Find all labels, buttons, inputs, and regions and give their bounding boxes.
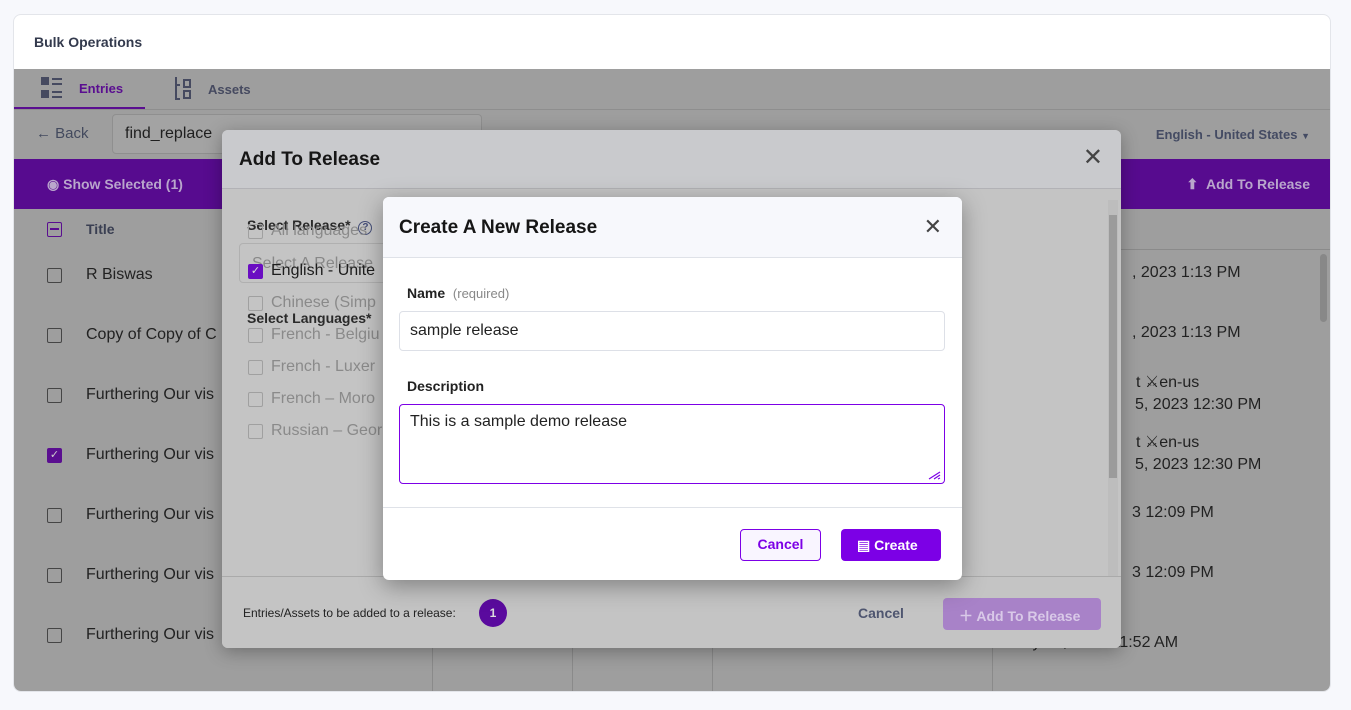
row-title: R Biswas xyxy=(86,266,153,283)
assets-icon xyxy=(175,77,191,100)
language-checkbox[interactable] xyxy=(248,423,263,439)
description-textarea[interactable]: This is a sample demo release xyxy=(399,404,945,484)
name-label-text: Name xyxy=(407,285,446,301)
row-checkbox[interactable] xyxy=(47,628,62,643)
modal-scrollbar[interactable] xyxy=(1108,200,1118,576)
language-label: All languages xyxy=(271,222,368,239)
caret-down-icon: ▼ xyxy=(1301,131,1310,141)
row-checkbox[interactable] xyxy=(47,568,62,583)
description-label: Description xyxy=(407,378,485,394)
language-option[interactable]: All languages xyxy=(248,222,367,240)
language-checkbox[interactable] xyxy=(248,327,263,343)
row-checkbox[interactable] xyxy=(47,328,62,343)
row-date: 3 12:09 PM xyxy=(1132,564,1214,581)
page-title: Bulk Operations xyxy=(34,34,143,50)
locale-label: English - United States xyxy=(1155,127,1298,142)
language-option[interactable]: Chinese (Simp xyxy=(248,294,376,312)
name-input[interactable] xyxy=(399,311,945,351)
description-value: This is a sample demo release xyxy=(410,413,627,430)
cancel-button[interactable]: Cancel xyxy=(858,605,904,621)
column-header-title: Title xyxy=(86,221,115,237)
create-button-label: Create xyxy=(874,537,918,553)
close-icon[interactable]: ✕ xyxy=(924,216,942,238)
create-button[interactable]: ▤ Create xyxy=(841,529,941,561)
upload-icon: ⬆ xyxy=(1186,176,1203,192)
row-checkbox[interactable] xyxy=(47,388,62,403)
row-date: 3 12:09 PM xyxy=(1132,504,1214,521)
row-title: Furthering Our vis xyxy=(86,626,215,643)
add-to-release-bar-button[interactable]: ⬆ Add To Release xyxy=(1186,176,1310,193)
row-title: Furthering Our vis xyxy=(86,566,215,583)
cancel-button[interactable]: Cancel xyxy=(740,529,821,561)
row-date: , 2023 1:13 PM xyxy=(1132,264,1241,281)
name-label: Name (required) xyxy=(407,285,509,301)
tab-assets-label: Assets xyxy=(208,81,251,97)
entries-list-icon xyxy=(41,77,62,98)
resize-handle-icon[interactable] xyxy=(927,470,941,480)
show-selected-label: Show Selected (1) xyxy=(63,176,183,192)
divider xyxy=(383,507,962,508)
language-label: French – Moro xyxy=(271,390,376,407)
row-checkbox[interactable] xyxy=(47,508,62,523)
row-date: 5, 2023 12:30 PM xyxy=(1135,456,1262,473)
language-option[interactable]: Russian – Geor xyxy=(248,422,382,440)
language-checkbox[interactable] xyxy=(248,359,263,375)
row-locale: t ⚔en-us xyxy=(1136,434,1200,451)
language-checkbox[interactable] xyxy=(248,223,263,239)
footer-text: Entries/Assets to be added to a release: xyxy=(243,606,456,620)
tab-assets[interactable]: Assets xyxy=(174,77,251,101)
modal-header: Add To Release ✕ xyxy=(222,130,1121,189)
language-label: Chinese (Simp xyxy=(271,294,376,311)
modal-footer: Entries/Assets to be added to a release:… xyxy=(222,576,1121,648)
save-icon: ▤ xyxy=(857,537,875,553)
language-checkbox[interactable] xyxy=(248,295,263,311)
create-release-modal: Create A New Release ✕ Name (required) D… xyxy=(383,197,962,580)
select-all-checkbox[interactable] xyxy=(47,222,62,237)
language-label: French - Belgiu xyxy=(271,326,380,343)
language-option[interactable]: French - Belgiu xyxy=(248,326,380,344)
back-label: Back xyxy=(55,125,89,142)
plus-icon: ＋ xyxy=(959,608,977,624)
row-date: 5, 2023 12:30 PM xyxy=(1135,396,1262,413)
row-title: Furthering Our vis xyxy=(86,386,215,403)
modal-title: Add To Release xyxy=(239,149,381,170)
language-checkbox[interactable] xyxy=(248,391,263,407)
row-checkbox[interactable] xyxy=(47,268,62,283)
language-option[interactable]: ✓ English - Unite xyxy=(248,262,375,280)
show-selected-button[interactable]: ◉ Show Selected (1) xyxy=(47,176,183,193)
required-hint: (required) xyxy=(452,286,510,301)
locale-dropdown[interactable]: English - United States ▼ xyxy=(1156,127,1310,142)
language-option[interactable]: French – Moro xyxy=(248,390,375,408)
add-to-release-button-label: Add To Release xyxy=(976,608,1081,624)
language-option[interactable]: French - Luxer xyxy=(248,358,375,376)
divider xyxy=(14,109,1330,110)
modal-header: Create A New Release ✕ xyxy=(383,197,962,258)
add-to-release-label: Add To Release xyxy=(1206,176,1310,192)
row-title: Furthering Our vis xyxy=(86,506,215,523)
select-languages-label: Select Languages* xyxy=(247,310,372,326)
row-title: Copy of Copy of C xyxy=(86,326,217,343)
close-icon[interactable]: ✕ xyxy=(1083,146,1103,170)
eye-icon: ◉ xyxy=(47,176,64,192)
row-title: Furthering Our vis xyxy=(86,446,215,463)
language-label: English - Unite xyxy=(271,262,376,279)
add-to-release-button[interactable]: ＋ Add To Release xyxy=(943,598,1101,630)
row-locale: t ⚔en-us xyxy=(1136,374,1200,391)
tab-entries[interactable]: Entries xyxy=(41,77,123,99)
language-checkbox[interactable]: ✓ xyxy=(248,263,263,279)
arrow-left-icon: ← xyxy=(36,125,56,142)
count-badge: 1 xyxy=(479,599,507,627)
row-date: , 2023 1:13 PM xyxy=(1132,324,1241,341)
row-checkbox[interactable]: ✓ xyxy=(47,448,62,463)
language-label: Russian – Geor xyxy=(271,422,383,439)
language-label: French - Luxer xyxy=(271,358,376,375)
modal-title: Create A New Release xyxy=(399,217,598,238)
tab-entries-label: Entries xyxy=(79,80,124,96)
back-button[interactable]: ← Back xyxy=(36,125,89,142)
